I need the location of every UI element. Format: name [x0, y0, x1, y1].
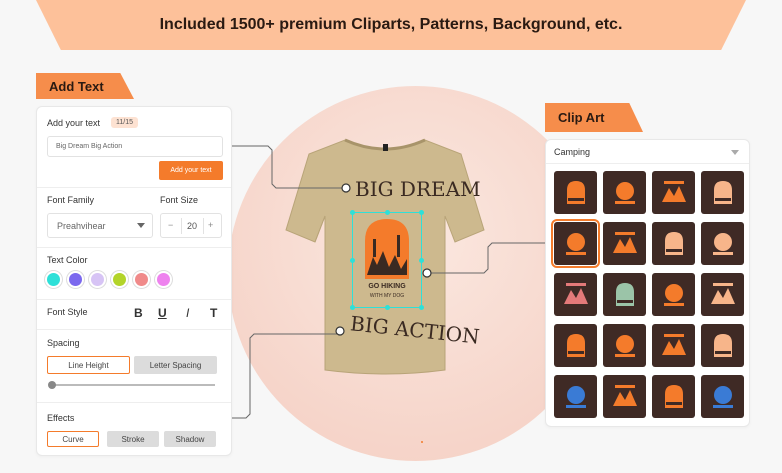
color-swatches	[47, 273, 207, 289]
font-family-label: Font Family	[47, 195, 95, 205]
text-color-label: Text Color	[47, 255, 88, 265]
clipart-thumbnail	[712, 232, 733, 255]
category-value: Camping	[554, 147, 591, 157]
font-family-select[interactable]: Preahvihear	[47, 213, 153, 238]
font-size-value: 20	[187, 221, 198, 231]
color-swatch[interactable]	[91, 273, 104, 286]
clipart-tile[interactable]	[652, 324, 695, 367]
spacing-label: Spacing	[47, 338, 80, 348]
divider	[37, 402, 231, 403]
text-input[interactable]: Big Dream Big Action	[47, 136, 223, 157]
underline-button[interactable]: U	[158, 306, 167, 320]
category-select[interactable]: Camping	[546, 140, 749, 164]
clipart-thumbnail	[614, 181, 635, 204]
clipart-thumbnail	[661, 333, 686, 355]
color-swatch[interactable]	[157, 273, 170, 286]
spacing-slider-handle[interactable]	[48, 381, 56, 389]
add-text-tag-label: Add Text	[49, 78, 104, 94]
color-swatch[interactable]	[47, 273, 60, 286]
chevron-down-icon	[731, 150, 739, 155]
clipart-tile[interactable]	[652, 171, 695, 214]
clipart-tile[interactable]	[603, 375, 646, 418]
char-count-badge: 11/15	[111, 117, 138, 128]
font-family-value: Preahvihear	[57, 220, 106, 231]
clip-art-tag-label: Clip Art	[558, 110, 605, 125]
divider	[37, 329, 231, 330]
bold-button[interactable]: B	[134, 306, 143, 320]
curve-button[interactable]: Curve	[47, 431, 99, 447]
clip-art-tag: Clip Art	[545, 103, 643, 132]
add-your-text-button[interactable]: Add your text	[159, 161, 223, 180]
clipart-thumbnail	[565, 385, 586, 408]
clipart-thumbnail	[713, 180, 732, 204]
font-size-stepper[interactable]: − 20 +	[160, 213, 222, 238]
clipart-thumbnail	[563, 282, 588, 304]
color-swatch[interactable]	[69, 273, 82, 286]
clipart-tile[interactable]	[652, 222, 695, 265]
font-size-label: Font Size	[160, 195, 199, 205]
clipart-thumbnail	[664, 231, 683, 255]
clipart-tile[interactable]	[701, 324, 744, 367]
clipart-tile[interactable]	[701, 222, 744, 265]
color-swatch[interactable]	[113, 273, 126, 286]
add-text-label: Add your text	[47, 118, 101, 128]
clipart-thumbnail	[565, 232, 586, 255]
clipart-thumbnail	[661, 180, 686, 202]
clipart-tile[interactable]	[554, 324, 597, 367]
plus-icon[interactable]: +	[208, 220, 213, 230]
shadow-button[interactable]: Shadow	[164, 431, 216, 447]
text-transform-button[interactable]: T	[210, 306, 217, 320]
clipart-thumbnail	[710, 282, 735, 304]
font-style-label: Font Style	[47, 307, 88, 317]
clipart-tile[interactable]	[603, 324, 646, 367]
clipart-thumbnail	[713, 333, 732, 357]
clipart-thumbnail	[615, 282, 634, 306]
divider	[37, 247, 231, 248]
divider	[37, 299, 231, 300]
clipart-tile[interactable]	[551, 219, 600, 268]
clipart-tile[interactable]	[652, 273, 695, 316]
clipart-thumbnail	[664, 384, 683, 408]
clipart-tile[interactable]	[701, 171, 744, 214]
clipart-tile[interactable]	[603, 222, 646, 265]
clipart-tile[interactable]	[701, 375, 744, 418]
stepper-divider	[181, 218, 182, 234]
clipart-thumbnail	[612, 384, 637, 406]
clipart-thumbnail	[663, 283, 684, 306]
add-text-panel: Add your text 11/15 Big Dream Big Action…	[36, 106, 232, 456]
divider	[37, 187, 231, 188]
color-swatch[interactable]	[135, 273, 148, 286]
italic-button[interactable]: I	[186, 306, 189, 320]
clipart-thumbnail	[712, 385, 733, 408]
clipart-thumbnail	[566, 333, 585, 357]
clipart-tile[interactable]	[554, 171, 597, 214]
clipart-grid	[551, 171, 744, 418]
chevron-down-icon	[137, 223, 145, 228]
stepper-divider	[203, 218, 204, 234]
clipart-tile[interactable]	[701, 273, 744, 316]
clipart-thumbnail	[614, 334, 635, 357]
clipart-tile[interactable]	[652, 375, 695, 418]
stroke-button[interactable]: Stroke	[107, 431, 159, 447]
clipart-thumbnail	[566, 180, 585, 204]
clip-art-panel: Camping	[545, 139, 750, 427]
clipart-thumbnail	[612, 231, 637, 253]
add-text-tag: Add Text	[36, 73, 134, 99]
clipart-tile[interactable]	[603, 273, 646, 316]
line-height-button[interactable]: Line Height	[47, 356, 130, 374]
letter-spacing-button[interactable]: Letter Spacing	[134, 356, 217, 374]
clipart-tile[interactable]	[554, 375, 597, 418]
spacing-slider-track[interactable]	[48, 381, 215, 389]
clipart-tile[interactable]	[603, 171, 646, 214]
effects-label: Effects	[47, 413, 75, 423]
minus-icon[interactable]: −	[168, 220, 173, 230]
clipart-tile[interactable]	[554, 273, 597, 316]
